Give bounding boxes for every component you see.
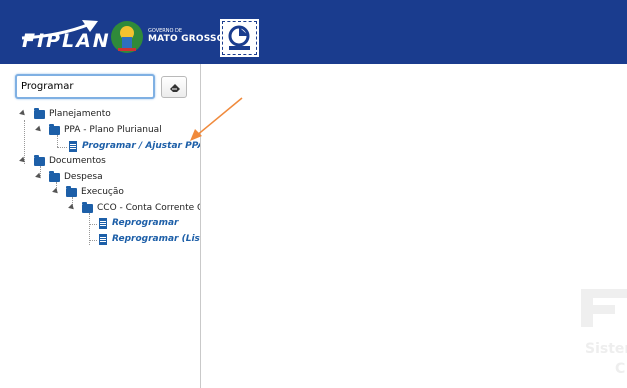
search-input[interactable] bbox=[15, 74, 155, 99]
tree-node-programar-ajustar-ppa[interactable]: Programar / Ajustar PPA bbox=[68, 140, 201, 154]
tree-node-execucao[interactable]: Execução bbox=[51, 186, 200, 200]
expand-toggle-icon[interactable] bbox=[35, 125, 43, 134]
document-icon bbox=[99, 234, 107, 245]
folder-icon bbox=[34, 155, 45, 166]
tree-node-reprogramar[interactable]: Reprogramar bbox=[98, 217, 200, 231]
clear-search-button[interactable] bbox=[161, 76, 187, 98]
app-header: FIPLAN GOVERNO DE MATO GROSSO bbox=[0, 0, 627, 64]
folder-icon bbox=[49, 124, 60, 135]
expand-toggle-icon[interactable] bbox=[19, 109, 27, 118]
tree-node-label: CCO - Conta Corrente O bbox=[97, 203, 201, 213]
gov-state-label: MATO GROSSO bbox=[148, 34, 225, 44]
tree-node-despesa[interactable]: Despesa bbox=[34, 171, 200, 185]
tree-node-ppa[interactable]: PPA - Plano Plurianual bbox=[34, 124, 200, 138]
folder-icon bbox=[66, 186, 77, 197]
fiplan-stamp-icon bbox=[220, 19, 259, 57]
tree-node-planejamento[interactable]: Planejamento bbox=[19, 108, 200, 122]
tree-node-documentos[interactable]: Documentos bbox=[19, 155, 200, 169]
watermark-text: Sister bbox=[585, 341, 627, 357]
watermark-text: C bbox=[615, 361, 626, 377]
tree-guide bbox=[89, 240, 97, 241]
navigation-panel: Planejamento PPA - Plano Plurianual Prog… bbox=[0, 64, 201, 388]
tree-node-reprogramar-lista[interactable]: Reprogramar (List bbox=[98, 233, 201, 247]
government-label: GOVERNO DE MATO GROSSO bbox=[148, 28, 225, 45]
expand-toggle-icon[interactable] bbox=[35, 172, 43, 181]
document-icon bbox=[69, 141, 77, 152]
tree-node-label: Reprogramar (List bbox=[112, 234, 201, 244]
coat-of-arms-icon bbox=[111, 21, 143, 53]
tree-node-label: Reprogramar bbox=[112, 218, 179, 228]
folder-icon bbox=[82, 202, 93, 213]
tree-guide bbox=[57, 147, 67, 148]
tree-node-label: PPA - Plano Plurianual bbox=[64, 125, 162, 135]
expand-toggle-icon[interactable] bbox=[19, 156, 27, 165]
folder-icon bbox=[49, 171, 60, 182]
expand-toggle-icon[interactable] bbox=[52, 187, 60, 196]
tree-node-cco[interactable]: CCO - Conta Corrente O bbox=[67, 202, 201, 216]
tree-node-label: Despesa bbox=[64, 172, 103, 182]
fiplan-logo[interactable]: FIPLAN bbox=[22, 30, 111, 52]
tree-node-label: Planejamento bbox=[49, 109, 111, 119]
expand-toggle-icon[interactable] bbox=[68, 203, 76, 212]
tree-node-label: Documentos bbox=[49, 156, 106, 166]
tree-guide bbox=[89, 224, 97, 225]
tree-node-label: Programar / Ajustar PPA bbox=[82, 141, 201, 151]
fiplan-watermark-icon bbox=[581, 289, 627, 327]
document-icon bbox=[99, 218, 107, 229]
folder-icon bbox=[34, 108, 45, 119]
annotation-arrow-icon bbox=[190, 97, 243, 141]
tree-node-label: Execução bbox=[81, 187, 124, 197]
eraser-icon bbox=[170, 84, 180, 92]
